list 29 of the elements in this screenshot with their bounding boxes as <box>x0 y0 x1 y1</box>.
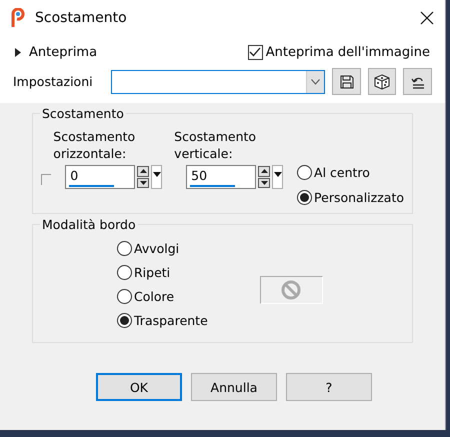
app-logo-icon <box>10 8 26 28</box>
chevron-down-icon <box>311 78 320 84</box>
reset-icon[interactable] <box>403 68 432 95</box>
spinner-arrows[interactable] <box>258 166 270 188</box>
dialog-button[interactable]: ? <box>286 373 372 401</box>
image-preview-checkbox[interactable]: Anteprima dell'immagine <box>248 44 430 60</box>
settings-dropdown[interactable] <box>110 70 326 94</box>
field-label: Scostamento verticale: <box>174 128 258 162</box>
close-icon[interactable] <box>419 10 435 26</box>
number-field[interactable]: 0 <box>65 165 136 189</box>
dialog-button[interactable]: OK <box>96 373 182 401</box>
settings-label: Impostazioni <box>13 74 94 89</box>
spinner-arrows[interactable] <box>137 166 150 188</box>
radio-button[interactable]: Personalizzato <box>297 190 404 205</box>
field-label: Scostamento orizzontale: <box>53 128 136 162</box>
group-title: Modalità bordo <box>40 217 138 232</box>
group-title: Scostamento <box>40 106 126 121</box>
window-title: Scostamento <box>35 10 128 26</box>
radio-button[interactable]: Colore <box>117 289 208 304</box>
radio-button[interactable]: Avvolgi <box>117 241 208 256</box>
link-checkbox[interactable] <box>41 174 52 185</box>
dialog-button[interactable]: Annulla <box>191 373 277 401</box>
dice-icon[interactable] <box>368 68 396 95</box>
preview-toggle[interactable]: Anteprima <box>14 44 98 60</box>
radio-button[interactable]: Al centro <box>297 165 404 180</box>
number-field[interactable]: 50 <box>186 165 256 189</box>
radio-button[interactable]: Ripeti <box>117 265 208 280</box>
color-swatch[interactable] <box>260 276 323 304</box>
radio-button[interactable]: Trasparente <box>117 313 208 328</box>
